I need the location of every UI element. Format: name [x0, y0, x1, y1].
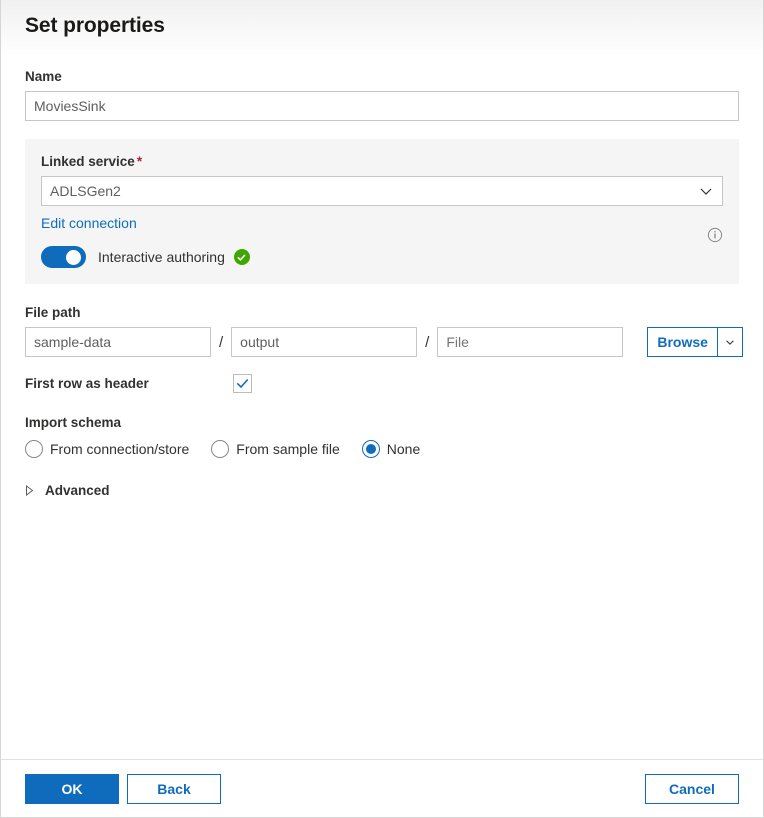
green-check-icon	[234, 249, 250, 265]
linked-service-label: Linked service*	[41, 153, 723, 171]
linked-service-select[interactable]	[41, 176, 723, 206]
radio-button[interactable]	[25, 440, 43, 458]
file-path-row: / / Browse	[25, 327, 739, 357]
import-schema-radio-row: From connection/store From sample file N…	[25, 440, 739, 458]
required-asterisk: *	[137, 154, 142, 169]
import-schema-label: Import schema	[25, 414, 739, 432]
set-properties-dialog: Set properties Name Linked service* Edit…	[0, 0, 764, 818]
info-circle-icon[interactable]	[707, 227, 723, 243]
checkmark-icon	[236, 377, 249, 390]
file-path-separator-2: /	[417, 334, 437, 351]
first-row-as-header-label: First row as header	[25, 376, 233, 391]
name-input[interactable]	[25, 91, 739, 121]
file-path-separator-1: /	[211, 334, 231, 351]
file-path-group: File path / / Browse	[25, 304, 739, 357]
browse-button-label: Browse	[648, 328, 717, 356]
first-row-as-header-checkbox[interactable]	[233, 374, 252, 393]
file-path-directory-input[interactable]	[231, 327, 417, 357]
back-button[interactable]: Back	[127, 774, 221, 804]
linked-service-select-wrap	[41, 176, 723, 206]
radio-button[interactable]	[211, 440, 229, 458]
dialog-body: Name Linked service* Edit connection	[1, 56, 763, 759]
first-row-as-header-group: First row as header	[25, 374, 739, 393]
import-schema-option-from-sample-file[interactable]: From sample file	[211, 440, 339, 458]
name-label: Name	[25, 68, 739, 86]
file-path-file-input[interactable]	[437, 327, 623, 357]
radio-label: From sample file	[236, 441, 339, 457]
radio-label: None	[387, 441, 420, 457]
interactive-authoring-toggle[interactable]	[41, 246, 86, 268]
import-schema-option-none[interactable]: None	[362, 440, 420, 458]
interactive-authoring-label: Interactive authoring	[98, 249, 225, 265]
page-title: Set properties	[25, 12, 763, 40]
radio-button-selected[interactable]	[362, 440, 380, 458]
toggle-knob	[66, 250, 81, 265]
cancel-button[interactable]: Cancel	[645, 774, 739, 804]
file-path-container-input[interactable]	[25, 327, 211, 357]
linked-service-panel: Linked service* Edit connection Interact…	[25, 139, 739, 284]
browse-dropdown-toggle[interactable]	[717, 328, 742, 356]
dialog-header: Set properties	[1, 0, 763, 56]
chevron-down-icon	[724, 336, 736, 348]
edit-connection-link[interactable]: Edit connection	[41, 215, 137, 231]
advanced-expander[interactable]: Advanced	[25, 483, 145, 498]
interactive-authoring-row: Interactive authoring	[41, 246, 723, 268]
name-field-group: Name	[25, 56, 739, 121]
radio-label: From connection/store	[50, 441, 189, 457]
file-path-label: File path	[25, 304, 739, 322]
advanced-label: Advanced	[45, 483, 110, 498]
import-schema-option-from-connection-store[interactable]: From connection/store	[25, 440, 189, 458]
browse-button[interactable]: Browse	[647, 327, 743, 357]
import-schema-group: Import schema From connection/store From…	[25, 414, 739, 458]
linked-service-label-text: Linked service	[41, 154, 135, 169]
dialog-footer: OK Back Cancel	[1, 759, 763, 817]
triangle-right-icon	[25, 485, 34, 496]
ok-button[interactable]: OK	[25, 774, 119, 804]
